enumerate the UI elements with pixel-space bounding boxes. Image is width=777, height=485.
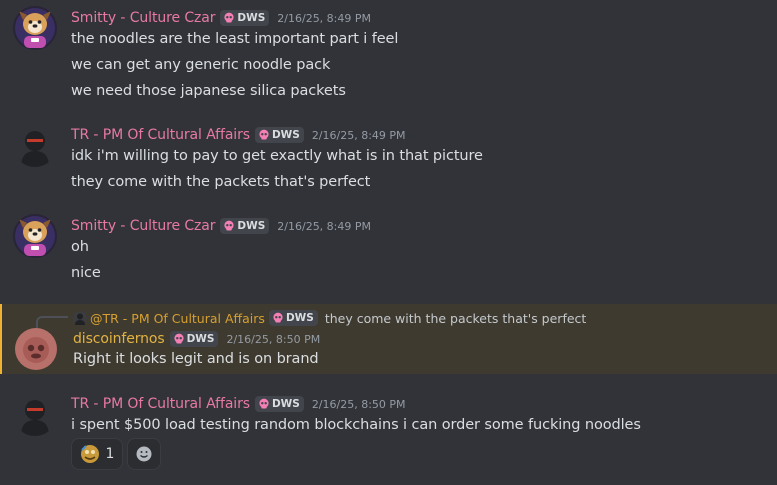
add-reaction-icon xyxy=(136,446,152,462)
reaction-count: 1 xyxy=(105,446,115,462)
timestamp[interactable]: 2/16/25, 8:49 PM xyxy=(277,12,371,25)
role-tag-label: DWS xyxy=(237,12,266,24)
role-tag-label: DWS xyxy=(271,398,300,410)
username[interactable]: TR - PM Of Cultural Affairs xyxy=(71,396,250,412)
message-text: idk i'm willing to pay to get exactly wh… xyxy=(71,148,483,164)
message-text: we can get any generic noodle pack xyxy=(71,57,331,73)
message-text: oh xyxy=(71,239,89,255)
message-text: Right it looks legit and is on brand xyxy=(73,351,319,367)
message-text: the noodles are the least important part… xyxy=(71,31,399,47)
role-tag[interactable]: DWS xyxy=(220,10,270,26)
message-text: they come with the packets that's perfec… xyxy=(71,174,371,190)
message-group: Smitty - Culture Czar DWS 2/16/25, 8:49 … xyxy=(0,0,777,108)
username[interactable]: discoinfernos xyxy=(73,331,165,347)
message-group: TR - PM Of Cultural Affairs DWS 2/16/25,… xyxy=(0,117,777,197)
dog-avatar-icon xyxy=(13,214,57,258)
avatar[interactable] xyxy=(13,392,57,436)
role-tag[interactable]: DWS xyxy=(268,310,318,326)
role-tag[interactable]: DWS xyxy=(254,396,304,412)
username[interactable]: TR - PM Of Cultural Affairs xyxy=(71,127,250,143)
timestamp[interactable]: 2/16/25, 8:49 PM xyxy=(277,220,371,233)
custom-emoji-icon xyxy=(80,445,99,463)
default-avatar-icon xyxy=(13,392,57,436)
discoinfernos-avatar-icon xyxy=(15,328,57,370)
default-avatar-icon xyxy=(13,123,57,167)
avatar[interactable] xyxy=(13,6,57,50)
chat-message-list: Smitty - Culture Czar DWS 2/16/25, 8:49 … xyxy=(0,0,777,485)
reply-preview[interactable]: @TR - PM Of Cultural Affairs DWS they co… xyxy=(73,309,586,327)
message-group-mentioned: @TR - PM Of Cultural Affairs DWS they co… xyxy=(0,304,777,374)
username[interactable]: Smitty - Culture Czar xyxy=(71,218,216,234)
skull-icon xyxy=(273,312,283,323)
username[interactable]: Smitty - Culture Czar xyxy=(71,10,216,26)
add-reaction-button[interactable] xyxy=(127,438,161,470)
message-group: Smitty - Culture Czar DWS 2/16/25, 8:49 … xyxy=(0,208,777,288)
skull-icon xyxy=(259,129,269,140)
skull-icon xyxy=(224,220,235,231)
timestamp[interactable]: 2/16/25, 8:50 PM xyxy=(226,333,320,346)
skull-icon xyxy=(173,333,184,344)
message-group: TR - PM Of Cultural Affairs DWS 2/16/25,… xyxy=(0,386,777,485)
message-text: i spent $500 load testing random blockch… xyxy=(71,417,641,433)
message-text: nice xyxy=(71,265,101,281)
skull-icon xyxy=(259,398,269,409)
role-tag[interactable]: DWS xyxy=(220,218,270,234)
reply-avatar-icon xyxy=(73,311,87,325)
reaction-button[interactable]: 1 xyxy=(71,438,123,470)
avatar[interactable] xyxy=(15,328,57,370)
role-tag-label: DWS xyxy=(237,220,266,232)
avatar[interactable] xyxy=(13,123,57,167)
role-tag[interactable]: DWS xyxy=(254,127,304,143)
reply-mention[interactable]: @TR - PM Of Cultural Affairs xyxy=(90,311,265,326)
role-tag-label: DWS xyxy=(271,129,300,141)
role-tag[interactable]: DWS xyxy=(169,331,219,347)
avatar[interactable] xyxy=(13,214,57,258)
timestamp[interactable]: 2/16/25, 8:49 PM xyxy=(312,129,406,142)
message-text: we need those japanese silica packets xyxy=(71,83,346,99)
reply-text: they come with the packets that's perfec… xyxy=(324,310,587,326)
role-tag-label: DWS xyxy=(186,333,215,345)
timestamp[interactable]: 2/16/25, 8:50 PM xyxy=(312,398,406,411)
dog-avatar-icon xyxy=(13,6,57,50)
role-tag-label: DWS xyxy=(285,312,314,324)
skull-icon xyxy=(224,12,235,23)
